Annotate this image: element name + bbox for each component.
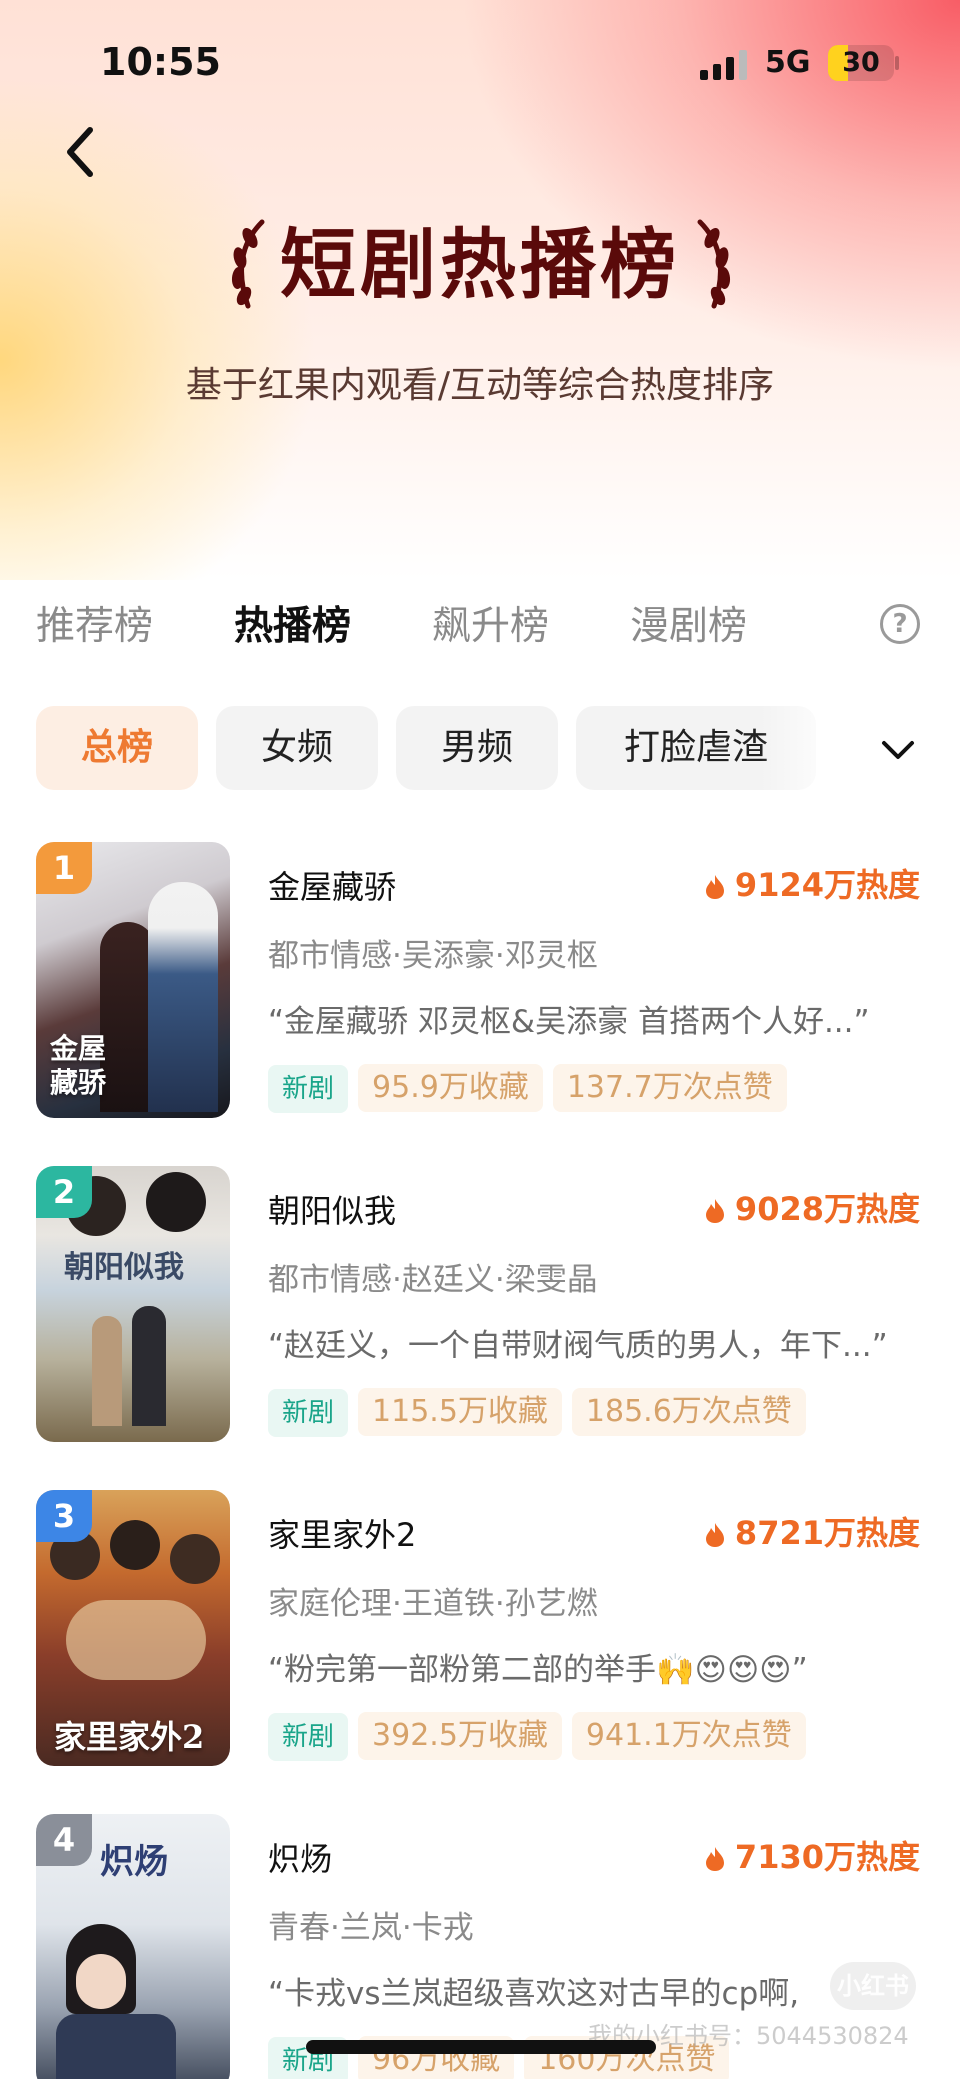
tab-hot[interactable]: 热播榜: [234, 595, 351, 651]
drama-quote: “金屋藏骄 邓灵枢&吴添豪 首搭两个人好...”: [268, 1004, 870, 1040]
heat-value: 9028万热度: [734, 1190, 920, 1228]
poster-image: 金屋藏骄 1: [36, 842, 230, 1118]
flame-icon: [705, 1523, 724, 1547]
home-indicator: [306, 2040, 656, 2054]
poster-title: 朝阳似我: [64, 1250, 184, 1285]
favorites-count: 392.5万收藏: [358, 1712, 562, 1760]
list-item[interactable]: 家里家外2 3 家里家外2 8721万热度 家庭伦理·王道铁·孙艺燃 “粉完第一…: [0, 1490, 960, 1780]
chip-female[interactable]: 女频: [216, 706, 378, 790]
heat-score: 7130万热度: [705, 1832, 920, 1878]
rank-badge: 4: [36, 1814, 92, 1866]
drama-tags: 都市情感·赵廷义·梁雯晶: [268, 1262, 598, 1298]
heat-value: 7130万热度: [734, 1838, 920, 1876]
rank-badge: 2: [36, 1166, 92, 1218]
favorites-count: 95.9万收藏: [358, 1064, 543, 1112]
status-time: 10:55: [100, 40, 221, 84]
page-title-wrap: 短剧热播榜: [0, 205, 960, 325]
chip-male[interactable]: 男频: [396, 706, 558, 790]
poster-image: 炽炀 4: [36, 1814, 230, 2079]
page-title: 短剧热播榜: [280, 220, 680, 309]
poster-image: 朝阳似我 2: [36, 1166, 230, 1442]
poster-title: 家里家外2: [54, 1718, 205, 1756]
help-icon[interactable]: ?: [880, 604, 920, 644]
rank-badge: 1: [36, 842, 92, 894]
drama-tags: 都市情感·吴添豪·邓灵枢: [268, 938, 598, 974]
new-badge: 新剧: [268, 1065, 349, 1113]
flame-icon: [705, 1847, 724, 1871]
list-item[interactable]: 朝阳似我 2 朝阳似我 9028万热度 都市情感·赵廷义·梁雯晶 “赵廷义，一个…: [0, 1166, 960, 1456]
heat-value: 9124万热度: [734, 866, 920, 904]
flame-icon: [705, 875, 724, 899]
page-subtitle: 基于红果内观看/互动等综合热度排序: [185, 365, 775, 406]
drama-title: 家里家外2: [268, 1516, 417, 1554]
favorites-count: 115.5万收藏: [358, 1388, 562, 1436]
back-button[interactable]: [58, 122, 108, 182]
drama-title: 朝阳似我: [268, 1192, 397, 1230]
tab-comic[interactable]: 漫剧榜: [630, 595, 747, 651]
laurel-right-icon: [697, 219, 731, 309]
battery-tip: [895, 56, 899, 70]
rank-badge: 3: [36, 1490, 92, 1542]
chip-fade: [760, 700, 840, 796]
watermark-logo: 小红书: [830, 1962, 916, 2010]
likes-count: 941.1万次点赞: [571, 1712, 806, 1760]
poster-image: 家里家外2 3: [36, 1490, 230, 1766]
flame-icon: [705, 1199, 724, 1223]
list-item[interactable]: 金屋藏骄 1 金屋藏骄 9124万热度 都市情感·吴添豪·邓灵枢 “金屋藏骄 邓…: [0, 842, 960, 1132]
chip-all[interactable]: 总榜: [36, 706, 198, 790]
drama-title: 炽炀: [268, 1840, 333, 1878]
heat-score: 9028万热度: [705, 1184, 920, 1230]
badge-row: 新剧 95.9万收藏 137.7万次点赞: [268, 1064, 797, 1113]
heat-value: 8721万热度: [734, 1514, 920, 1552]
signal-icon: [700, 50, 752, 80]
chevron-left-icon: [67, 127, 93, 177]
drama-quote: “赵廷义，一个自带财阀气质的男人，年下...”: [268, 1328, 888, 1364]
network-label: 5G: [765, 45, 811, 80]
likes-count: 185.6万次点赞: [571, 1388, 806, 1436]
heat-score: 9124万热度: [705, 860, 920, 906]
battery-level: 30: [842, 47, 880, 78]
heat-score: 8721万热度: [705, 1508, 920, 1554]
tab-recommend[interactable]: 推荐榜: [36, 595, 153, 651]
drama-quote: “粉完第一部粉第二部的举手🙌😍😍😍”: [268, 1652, 808, 1688]
badge-row: 新剧 115.5万收藏 185.6万次点赞: [268, 1388, 816, 1437]
battery-icon: 30: [828, 45, 894, 81]
drama-title: 金屋藏骄: [268, 868, 397, 906]
new-badge: 新剧: [268, 1713, 349, 1761]
poster-title: 金屋藏骄: [50, 1032, 107, 1099]
drama-tags: 青春·兰岚·卡戎: [268, 1910, 474, 1946]
likes-count: 137.7万次点赞: [552, 1064, 787, 1112]
tab-rising[interactable]: 飙升榜: [432, 595, 549, 651]
chevron-down-icon[interactable]: [878, 730, 918, 770]
new-badge: 新剧: [268, 1389, 349, 1437]
poster-title: 炽炀: [100, 1842, 168, 1882]
drama-quote: “卡戎vs兰岚超级喜欢这对古早的cp啊,: [268, 1976, 800, 2012]
badge-row: 新剧 392.5万收藏 941.1万次点赞: [268, 1712, 816, 1761]
drama-tags: 家庭伦理·王道铁·孙艺燃: [268, 1586, 598, 1622]
